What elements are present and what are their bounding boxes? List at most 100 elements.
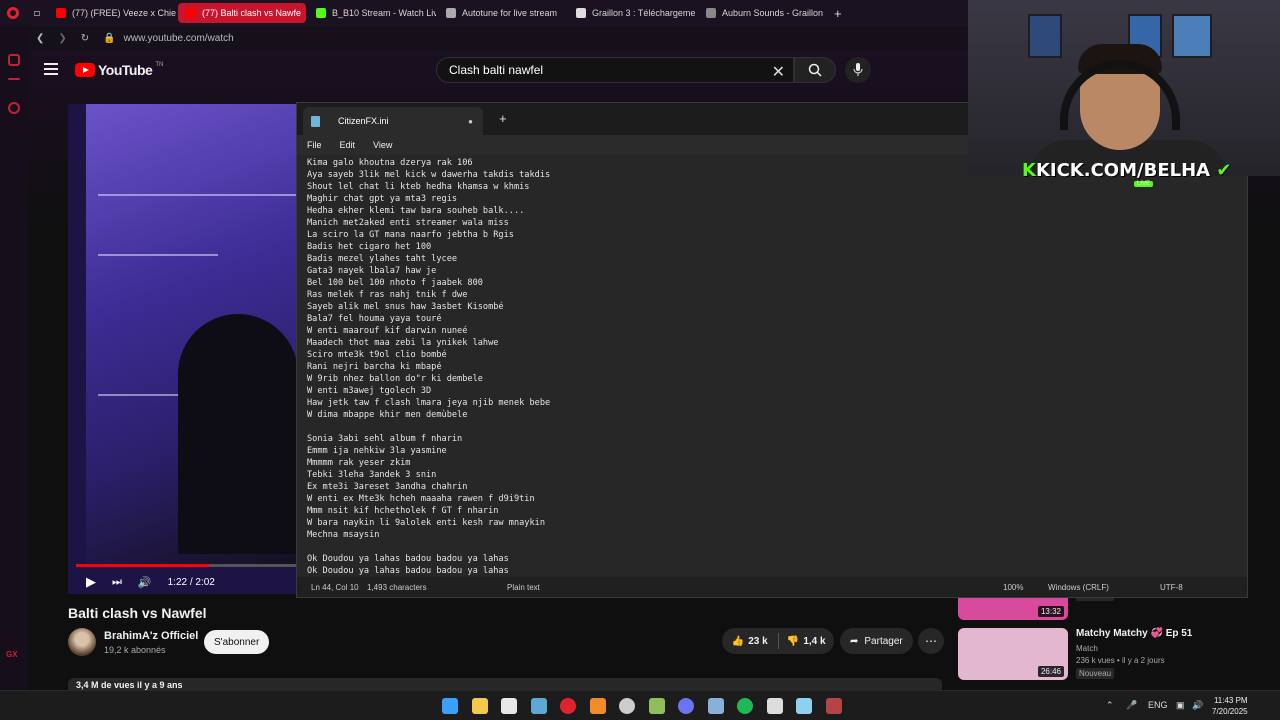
spotify-icon[interactable] [737,698,753,714]
youtube-wordmark: YouTube [98,62,153,78]
live-badge: LIVE [1134,181,1154,187]
text-line: Gata3 nayek lbala7 haw je [307,266,437,276]
tray-mic-icon[interactable]: 🎤 [1126,700,1137,711]
menu-icon[interactable] [44,63,58,75]
tab-favicon-icon [706,8,716,18]
recommendation-item[interactable]: 26:46 Matchy Matchy 💞 Ep 51 Match 236 k vue… [958,628,1278,680]
menu-file[interactable]: File [307,140,322,150]
system-clock[interactable]: 11:43 PM 7/20/2025 [1212,695,1248,717]
browser-tab[interactable]: B_B10 Stream - Watch Liv [308,3,436,23]
text-line: W dima mbappe khir men demùbele [307,410,468,420]
search-button[interactable] [794,57,836,83]
settings-icon[interactable] [8,102,20,114]
new-tab-button[interactable]: + [499,111,507,126]
video-duration: 26:46 [1037,666,1064,677]
notepad-icon[interactable] [796,698,812,714]
app-icon[interactable] [766,698,783,714]
text-line: Emmm ija nehkiw 3la yasmine [307,446,447,456]
notepad-tab[interactable]: CitizenFX.ini ● [303,107,483,135]
tab-favicon-icon [446,8,456,18]
youtube-logo[interactable]: YouTube TN [75,62,163,78]
text-line: Mmm nsit kif hchetholek f GT f nharin [307,506,499,516]
divider-icon [8,78,20,80]
voice-search-button[interactable] [845,57,871,83]
steam-icon[interactable] [530,698,547,714]
tab-title: (77) Balti clash vs Nawfe [202,8,302,18]
search-input[interactable]: Clash balti nawfel ✕ [436,57,794,83]
text-line: W bara naykin li 9alolek enti kesh raw m… [307,518,545,528]
start-icon[interactable] [442,698,458,714]
language-indicator[interactable]: ENG [1148,700,1168,710]
text-line: Maadech thot maa zebi la ynikek lahwe [307,338,499,348]
channel-avatar[interactable] [68,628,96,656]
browser-tab[interactable]: (77) Balti clash vs Nawfe [178,3,306,23]
gx-icon[interactable]: GX [6,650,18,659]
opera-icon[interactable] [560,698,576,714]
url-field[interactable]: www.youtube.com/watch [124,33,234,44]
notepad-text-area[interactable]: Kima galo khoutna dzerya rak 106 Aya saye… [297,155,1247,577]
search-query-text: Clash balti nawfel [449,63,544,77]
file-explorer-icon[interactable] [471,698,488,714]
wall-poster [1172,14,1212,58]
search-icon [808,63,822,77]
text-line: Bel 100 bel 100 nhoto f jaabek 800 [307,278,483,288]
reload-icon[interactable]: ↻ [81,33,89,44]
dislike-button[interactable]: 👎 1,4 k [779,636,835,647]
menu-edit[interactable]: Edit [340,140,356,150]
app-icon[interactable] [648,698,665,714]
recommendation-thumbnail[interactable]: 26:46 [958,628,1068,680]
discord-icon[interactable] [678,698,694,714]
channel-name[interactable]: BrahimA'z Officiel [104,630,198,642]
share-button[interactable]: ➦ Partager [840,628,913,654]
subscribe-button[interactable]: S'abonner [204,630,270,654]
browser-tab[interactable]: Graillon 3 : Téléchargeme [568,3,696,23]
tab-favicon-icon [576,8,586,18]
forward-icon[interactable]: ❯ [58,33,66,44]
vlc-icon[interactable] [589,698,606,714]
close-tab-icon[interactable]: ● [468,117,473,126]
text-line: Mechna msaysin [307,530,380,540]
video-duration: 13:32 [1037,606,1064,617]
steam-icon[interactable] [707,698,724,714]
network-icon[interactable]: ▣ [1176,700,1185,711]
wallet-icon[interactable] [8,54,20,66]
browser-tab[interactable]: Auburn Sounds - Graillon [698,3,826,23]
zoom-level: 100% [1003,583,1024,592]
text-line: Haw jetk taw f clash lmara jeya njib men… [307,398,551,408]
webcam-overlay [968,0,1280,176]
recommendation-title[interactable]: Matchy Matchy 💞 Ep 51 [1076,628,1192,639]
text-line: Maghir chat gpt ya mta3 regis [307,194,458,204]
opera-logo-icon[interactable] [0,0,26,26]
tray-overflow-icon[interactable]: ⌃ [1106,700,1114,711]
browser-tab[interactable]: Autotune for live stream [438,3,566,23]
like-button[interactable]: 👍 23 k [722,636,778,647]
archive-icon[interactable] [825,698,842,714]
video-player[interactable]: ▶ ⏭ 🔊 1:22 / 2:02 [68,104,298,594]
clock-time: 11:43 PM [1213,696,1248,705]
volume-icon[interactable]: 🔊 [1192,700,1203,711]
new-tab-button[interactable]: + [826,3,850,23]
notepad-statusbar: Ln 44, Col 10 1,493 characters Plain tex… [297,577,1247,597]
back-icon[interactable]: ❮ [36,33,44,44]
obs-icon[interactable] [619,698,635,714]
address-bar: ❮ ❯ ↻ 🔒 www.youtube.com/watch [28,26,968,50]
text-line: W enti maarouf kif darwin nuneé [307,326,468,336]
menu-view[interactable]: View [373,140,392,150]
player-controls: ▶ ⏭ 🔊 1:22 / 2:02 [68,570,298,594]
browser-tab[interactable]: (77) (FREE) Veeze x Chie [48,3,176,23]
store-icon[interactable] [501,698,517,714]
text-format: Plain text [507,583,540,592]
like-dislike-group: 👍 23 k 👎 1,4 k [722,628,834,654]
clear-search-icon[interactable]: ✕ [772,62,785,82]
video-progress-bar[interactable] [76,564,298,567]
wall-poster [1028,14,1062,58]
more-actions-button[interactable]: ⋯ [918,628,944,654]
encoding: UTF-8 [1160,583,1183,592]
play-icon[interactable]: ▶ [86,574,96,590]
tab-islands-icon[interactable] [26,3,48,23]
volume-icon[interactable]: 🔊 [138,576,152,589]
next-icon[interactable]: ⏭ [112,576,122,589]
text-line: Ex mte3i 3areset 3andha chahrin [307,482,468,492]
clock-date: 7/20/2025 [1212,707,1248,716]
text-line: Rani nejri barcha ki mbapé [307,362,442,372]
